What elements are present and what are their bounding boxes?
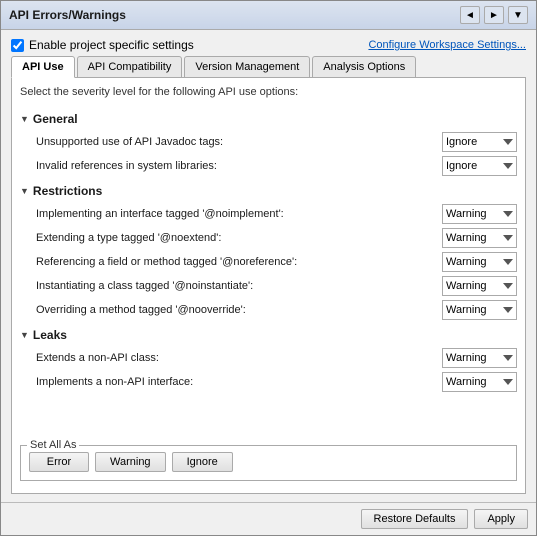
set-all-warning-button[interactable]: Warning — [95, 452, 166, 472]
section-restrictions-label: Restrictions — [33, 184, 102, 198]
tab-analysis-options[interactable]: Analysis Options — [312, 56, 416, 77]
triangle-restrictions: ▼ — [20, 186, 29, 196]
option-noinstantiate: Instantiating a class tagged '@noinstant… — [20, 274, 517, 298]
option-noimplement-label: Implementing an interface tagged '@noimp… — [36, 208, 442, 220]
option-unsupported-javadoc: Unsupported use of API Javadoc tags: Ign… — [20, 130, 517, 154]
menu-button[interactable]: ▼ — [508, 6, 528, 24]
option-noextend-label: Extending a type tagged '@noextend': — [36, 232, 442, 244]
dropdown-nooverride[interactable]: Ignore Warning Error — [442, 300, 517, 320]
options-scroll-container[interactable]: ▼ General Unsupported use of API Javadoc… — [20, 106, 517, 437]
content-area: Enable project specific settings Configu… — [1, 30, 536, 502]
option-nooverride: Overriding a method tagged '@nooverride'… — [20, 298, 517, 322]
option-non-api-class: Extends a non-API class: Ignore Warning … — [20, 346, 517, 370]
title-bar-right: ◄ ► ▼ — [460, 6, 528, 24]
section-general: ▼ General — [20, 112, 517, 126]
main-window: API Errors/Warnings ◄ ► ▼ Enable project… — [0, 0, 537, 536]
set-all-as-group: Set All As Error Warning Ignore — [20, 445, 517, 481]
option-non-api-class-label: Extends a non-API class: — [36, 352, 442, 364]
tab-content-area: Select the severity level for the follow… — [11, 78, 526, 494]
option-nooverride-label: Overriding a method tagged '@nooverride'… — [36, 304, 442, 316]
apply-button[interactable]: Apply — [474, 509, 528, 529]
dropdown-non-api-class[interactable]: Ignore Warning Error — [442, 348, 517, 368]
section-general-label: General — [33, 112, 78, 126]
dropdown-noextend[interactable]: Ignore Warning Error — [442, 228, 517, 248]
dropdown-invalid-references[interactable]: Ignore Warning Error — [442, 156, 517, 176]
set-all-error-button[interactable]: Error — [29, 452, 89, 472]
triangle-leaks: ▼ — [20, 330, 29, 340]
set-all-as-label: Set All As — [27, 439, 79, 451]
window-title: API Errors/Warnings — [9, 8, 126, 22]
section-leaks-label: Leaks — [33, 328, 67, 342]
back-button[interactable]: ◄ — [460, 6, 480, 24]
tab-api-compatibility[interactable]: API Compatibility — [77, 56, 183, 77]
option-invalid-references: Invalid references in system libraries: … — [20, 154, 517, 178]
option-invalid-references-label: Invalid references in system libraries: — [36, 160, 442, 172]
option-non-api-interface-label: Implements a non-API interface: — [36, 376, 442, 388]
option-noextend: Extending a type tagged '@noextend': Ign… — [20, 226, 517, 250]
forward-button[interactable]: ► — [484, 6, 504, 24]
checkbox-row: Enable project specific settings Configu… — [11, 38, 526, 52]
set-all-ignore-button[interactable]: Ignore — [172, 452, 233, 472]
dropdown-noimplement[interactable]: Ignore Warning Error — [442, 204, 517, 224]
enable-project-settings-label: Enable project specific settings — [29, 38, 194, 52]
tabs-bar: API Use API Compatibility Version Manage… — [11, 56, 526, 78]
option-noimplement: Implementing an interface tagged '@noimp… — [20, 202, 517, 226]
workspace-settings-link[interactable]: Configure Workspace Settings... — [368, 39, 526, 51]
option-noreference-label: Referencing a field or method tagged '@n… — [36, 256, 442, 268]
dropdown-noinstantiate[interactable]: Ignore Warning Error — [442, 276, 517, 296]
restore-defaults-button[interactable]: Restore Defaults — [361, 509, 469, 529]
option-noinstantiate-label: Instantiating a class tagged '@noinstant… — [36, 280, 442, 292]
title-bar-left: API Errors/Warnings — [9, 8, 126, 22]
title-bar: API Errors/Warnings ◄ ► ▼ — [1, 1, 536, 30]
dropdown-noreference[interactable]: Ignore Warning Error — [442, 252, 517, 272]
tab-description: Select the severity level for the follow… — [20, 86, 517, 98]
section-leaks: ▼ Leaks — [20, 328, 517, 342]
tab-api-use[interactable]: API Use — [11, 56, 75, 78]
set-all-buttons: Error Warning Ignore — [29, 452, 508, 472]
enable-project-settings-checkbox[interactable] — [11, 39, 24, 52]
tab-version-management[interactable]: Version Management — [184, 56, 310, 77]
option-non-api-interface: Implements a non-API interface: Ignore W… — [20, 370, 517, 394]
option-noreference: Referencing a field or method tagged '@n… — [20, 250, 517, 274]
dropdown-unsupported-javadoc[interactable]: Ignore Warning Error — [442, 132, 517, 152]
dropdown-non-api-interface[interactable]: Ignore Warning Error — [442, 372, 517, 392]
triangle-general: ▼ — [20, 114, 29, 124]
option-unsupported-javadoc-label: Unsupported use of API Javadoc tags: — [36, 136, 442, 148]
bottom-bar: Restore Defaults Apply — [1, 502, 536, 535]
section-restrictions: ▼ Restrictions — [20, 184, 517, 198]
